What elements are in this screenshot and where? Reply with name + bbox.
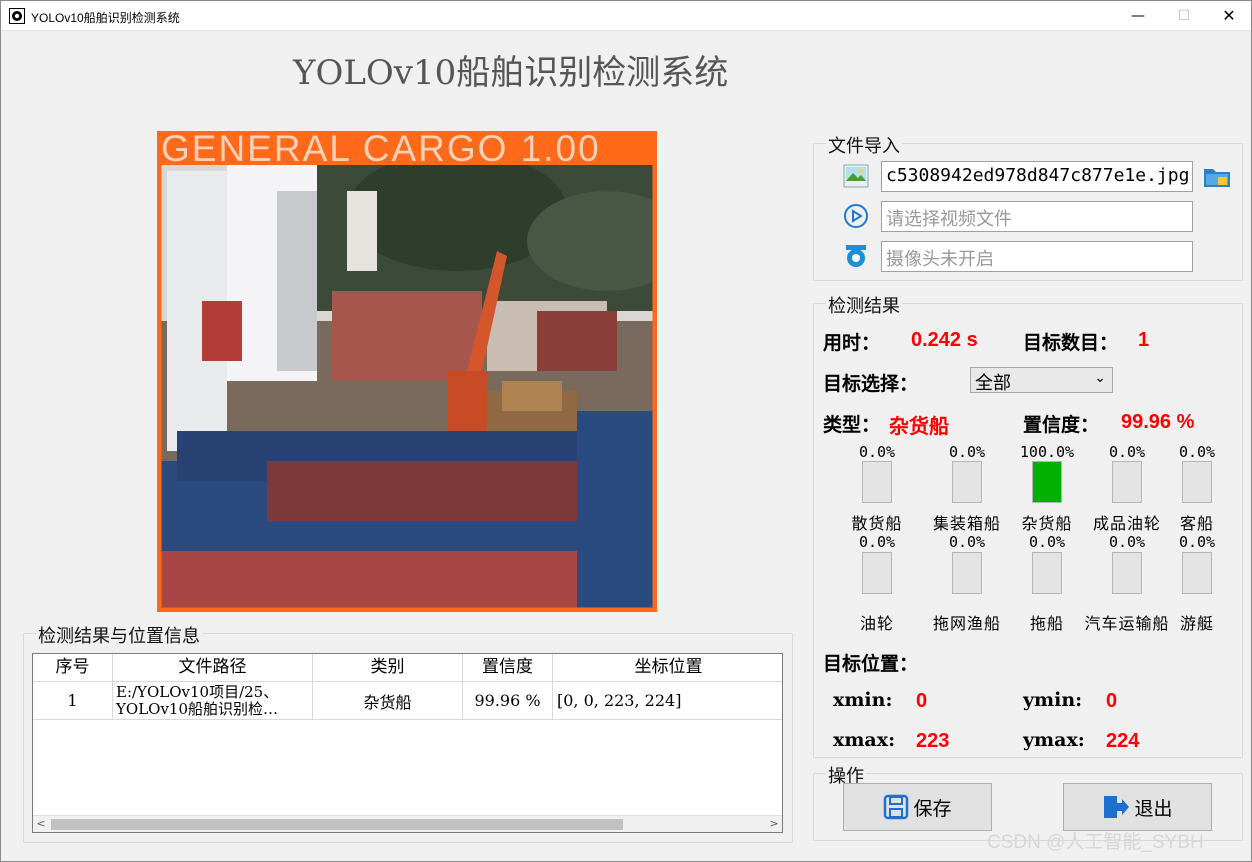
class-bar-5: [862, 552, 892, 594]
class-label-4: 客船: [1179, 514, 1214, 533]
class-pct-1: 0.0%: [948, 443, 986, 461]
image-path-field[interactable]: c5308942ed978d847c877e1e.jpg: [881, 161, 1193, 192]
exit-icon: [1104, 796, 1130, 818]
target-select-label: 目标选择：: [823, 373, 919, 395]
target-select-value: 全部: [975, 373, 1011, 394]
class-pct-7: 0.0%: [1028, 533, 1066, 551]
column-header-path[interactable]: 文件路径: [113, 654, 313, 682]
class-pct-5: 0.0%: [858, 533, 896, 551]
cell-coords[interactable]: [0, 0, 223, 224]: [553, 682, 782, 720]
type-label: 类型：: [823, 414, 881, 436]
camera-icon[interactable]: [843, 243, 869, 269]
xmax-label: xmax:: [833, 729, 896, 751]
ymin-label: ymin:: [1023, 689, 1083, 711]
class-label-5: 油轮: [859, 614, 894, 633]
xmax-value: 223: [916, 730, 950, 752]
scrollbar-thumb[interactable]: [51, 819, 623, 830]
cell-category[interactable]: 杂货船: [313, 682, 463, 720]
class-pct-4: 0.0%: [1178, 443, 1216, 461]
ymax-label: ymax:: [1023, 729, 1085, 751]
target-count-value: 1: [1138, 329, 1150, 351]
minimize-button[interactable]: —: [1115, 1, 1161, 31]
target-position-label: 目标位置：: [823, 653, 919, 675]
horizontal-scrollbar[interactable]: < >: [33, 815, 782, 832]
detection-image: GENERAL CARGO 1.00: [157, 131, 657, 612]
camera-status-field[interactable]: 摄像头未开启: [881, 241, 1193, 272]
save-icon: [884, 794, 909, 820]
class-bar-4: [1182, 461, 1212, 503]
exit-button-label: 退出: [1134, 797, 1173, 820]
window-title: YOLOv10船舶识别检测系统: [31, 11, 180, 25]
save-button-label: 保存: [913, 797, 952, 820]
type-value: 杂货船: [889, 414, 949, 438]
class-pct-0: 0.0%: [858, 443, 896, 461]
class-pct-6: 0.0%: [948, 533, 986, 551]
column-header-index[interactable]: 序号: [33, 654, 113, 682]
scroll-right-icon[interactable]: >: [766, 816, 782, 832]
results-table[interactable]: 序号 文件路径 类别 置信度 坐标位置 1 E:/YOLOv10项目/25、 Y…: [32, 653, 783, 833]
watermark: CSDN @人工智能_SYBH: [987, 832, 1204, 853]
cell-path-line1: E:/YOLOv10项目/25、: [116, 682, 279, 701]
scroll-left-icon[interactable]: <: [33, 816, 49, 832]
class-bar-2: [1032, 461, 1062, 503]
class-bar-9: [1182, 552, 1212, 594]
time-label: 用时：: [823, 332, 881, 354]
column-header-coords[interactable]: 坐标位置: [553, 654, 782, 682]
confidence-label: 置信度：: [1023, 414, 1100, 436]
class-bar-0: [862, 461, 892, 503]
page-title: YOLOv10船舶识别检测系统: [293, 53, 729, 93]
class-bar-6: [952, 552, 982, 594]
confidence-value: 99.96 %: [1121, 411, 1195, 433]
column-header-confidence[interactable]: 置信度: [463, 654, 553, 682]
app-logo-icon: [9, 8, 25, 24]
class-label-0: 散货船: [851, 514, 903, 533]
ship-scene-illustration: [157, 131, 657, 612]
target-count-label: 目标数目：: [1023, 332, 1119, 354]
file-import-title: 文件导入: [826, 132, 902, 158]
class-bar-8: [1112, 552, 1142, 594]
class-bar-3: [1112, 461, 1142, 503]
title-bar[interactable]: YOLOv10船舶识别检测系统 — ☐ ✕: [1, 1, 1251, 31]
column-header-category[interactable]: 类别: [313, 654, 463, 682]
time-value: 0.242 s: [911, 329, 978, 351]
image-icon[interactable]: [843, 163, 869, 189]
close-button[interactable]: ✕: [1206, 1, 1252, 31]
exit-button[interactable]: 退出: [1063, 783, 1212, 831]
cell-path[interactable]: E:/YOLOv10项目/25、 YOLOv10船舶识别检…: [113, 682, 313, 720]
play-circle-icon[interactable]: [843, 203, 869, 229]
chevron-down-icon: ⌄: [1094, 370, 1106, 386]
class-pct-8: 0.0%: [1108, 533, 1146, 551]
class-label-9: 游艇: [1179, 614, 1214, 633]
class-pct-9: 0.0%: [1178, 533, 1216, 551]
video-path-field[interactable]: 请选择视频文件: [881, 201, 1193, 232]
ymax-value: 224: [1106, 730, 1140, 752]
class-pct-3: 0.0%: [1108, 443, 1146, 461]
class-bar-fill-2: [1033, 462, 1061, 502]
results-table-title: 检测结果与位置信息: [36, 622, 202, 648]
folder-icon[interactable]: [1203, 163, 1231, 189]
xmin-label: xmin:: [833, 689, 893, 711]
save-button[interactable]: 保存: [843, 783, 992, 831]
cell-confidence[interactable]: 99.96 %: [463, 682, 553, 720]
ymin-value: 0: [1106, 690, 1118, 712]
target-select-dropdown[interactable]: 全部 ⌄: [970, 367, 1113, 394]
cell-path-line2: YOLOv10船舶识别检…: [116, 699, 279, 718]
class-pct-2: 100.0%: [1019, 443, 1075, 461]
xmin-value: 0: [916, 690, 928, 712]
detection-label: GENERAL CARGO 1.00: [161, 131, 601, 169]
class-bar-7: [1032, 552, 1062, 594]
cell-index[interactable]: 1: [33, 682, 113, 720]
detection-results-title: 检测结果: [826, 292, 902, 318]
class-bar-1: [952, 461, 982, 503]
app-window: YOLOv10船舶识别检测系统 — ☐ ✕ YOLOv10船舶识别检测系统 GE…: [0, 0, 1252, 862]
maximize-button[interactable]: ☐: [1161, 1, 1207, 31]
